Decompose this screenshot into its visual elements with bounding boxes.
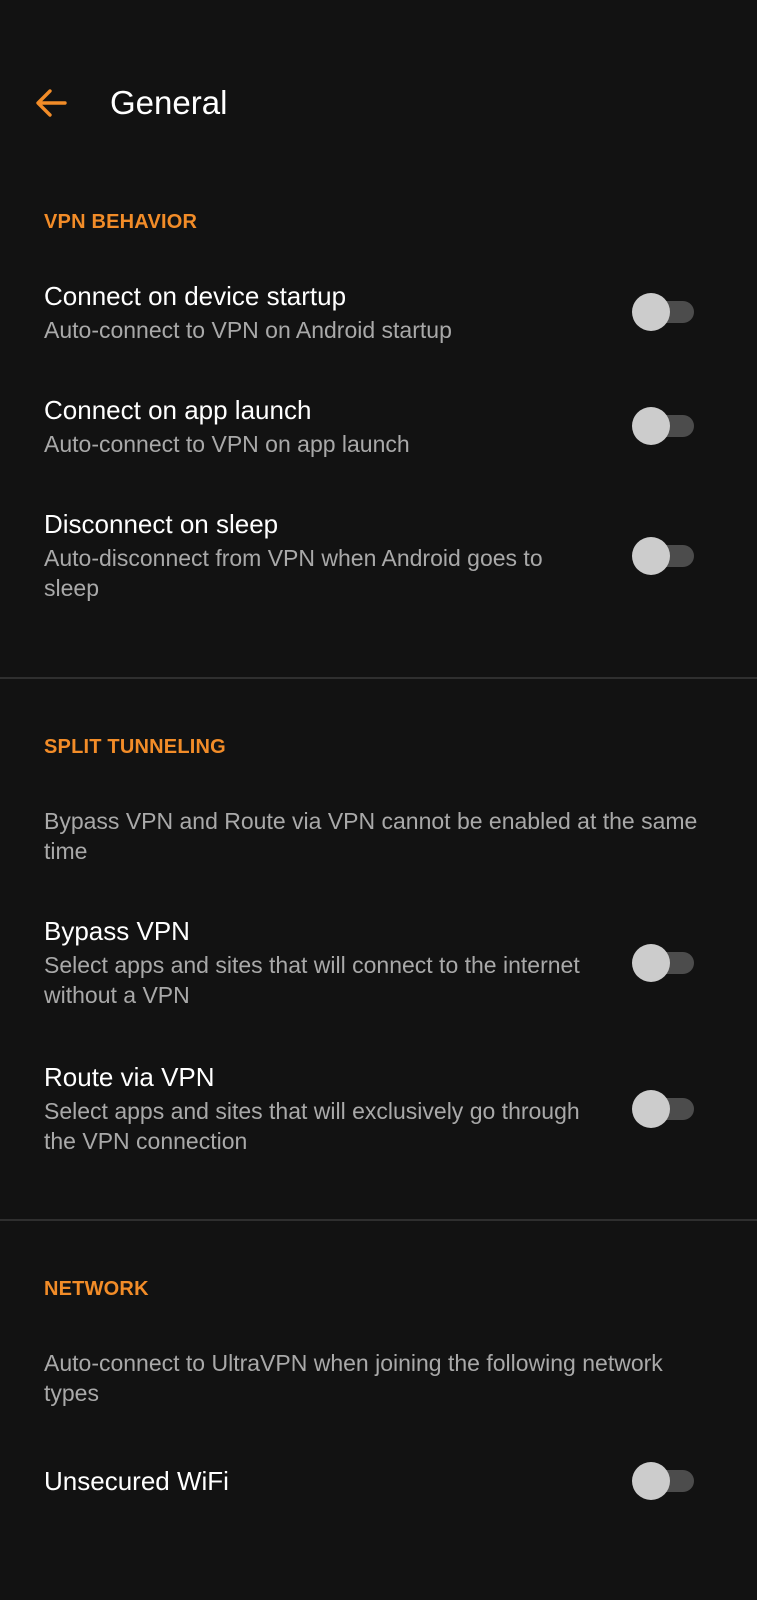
setting-subtitle: Auto-connect to VPN on app launch: [44, 431, 410, 457]
setting-route-via-vpn[interactable]: Route via VPN Select apps and sites that…: [0, 1060, 757, 1170]
arrow-left-icon: [36, 89, 67, 117]
setting-title: Connect on app launch: [44, 395, 312, 425]
setting-title: Unsecured WiFi: [44, 1466, 229, 1496]
connect-on-startup-toggle[interactable]: [632, 293, 694, 331]
toggle-thumb: [632, 1090, 670, 1128]
route-via-vpn-toggle[interactable]: [632, 1090, 694, 1128]
unsecured-wifi-toggle[interactable]: [632, 1462, 694, 1500]
toggle-thumb: [632, 944, 670, 982]
section-divider: [0, 1219, 757, 1221]
page-title: General: [110, 84, 228, 121]
setting-connect-on-app-launch[interactable]: Connect on app launch Auto-connect to VP…: [0, 393, 757, 473]
setting-subtitle: Select apps and sites that will connect …: [44, 952, 580, 1008]
app-bar: General: [0, 60, 757, 146]
setting-disconnect-on-sleep[interactable]: Disconnect on sleep Auto-disconnect from…: [0, 507, 757, 617]
bypass-vpn-toggle[interactable]: [632, 944, 694, 982]
toggle-thumb: [632, 293, 670, 331]
section-header-vpn-behavior: VPN BEHAVIOR: [44, 211, 198, 233]
setting-title: Connect on device startup: [44, 281, 347, 311]
toggle-thumb: [632, 1462, 670, 1500]
setting-bypass-vpn[interactable]: Bypass VPN Select apps and sites that wi…: [0, 914, 757, 1024]
network-note: Auto-connect to UltraVPN when joining th…: [44, 1350, 663, 1406]
setting-title: Route via VPN: [44, 1062, 215, 1092]
section-header-split-tunneling: SPLIT TUNNELING: [44, 736, 226, 758]
back-button[interactable]: [24, 76, 78, 130]
section-header-network: NETWORK: [44, 1278, 149, 1300]
setting-title: Disconnect on sleep: [44, 509, 279, 539]
setting-subtitle: Auto-disconnect from VPN when Android go…: [44, 545, 543, 601]
toggle-thumb: [632, 537, 670, 575]
setting-subtitle: Auto-connect to VPN on Android startup: [44, 317, 452, 343]
setting-subtitle: Select apps and sites that will exclusiv…: [44, 1098, 580, 1154]
connect-on-app-launch-toggle[interactable]: [632, 407, 694, 445]
section-divider: [0, 677, 757, 679]
disconnect-on-sleep-toggle[interactable]: [632, 537, 694, 575]
toggle-thumb: [632, 407, 670, 445]
setting-title: Bypass VPN: [44, 916, 190, 946]
setting-unsecured-wifi[interactable]: Unsecured WiFi: [0, 1462, 757, 1512]
split-tunneling-note: Bypass VPN and Route via VPN cannot be e…: [44, 808, 698, 864]
setting-connect-on-startup[interactable]: Connect on device startup Auto-connect t…: [0, 279, 757, 359]
